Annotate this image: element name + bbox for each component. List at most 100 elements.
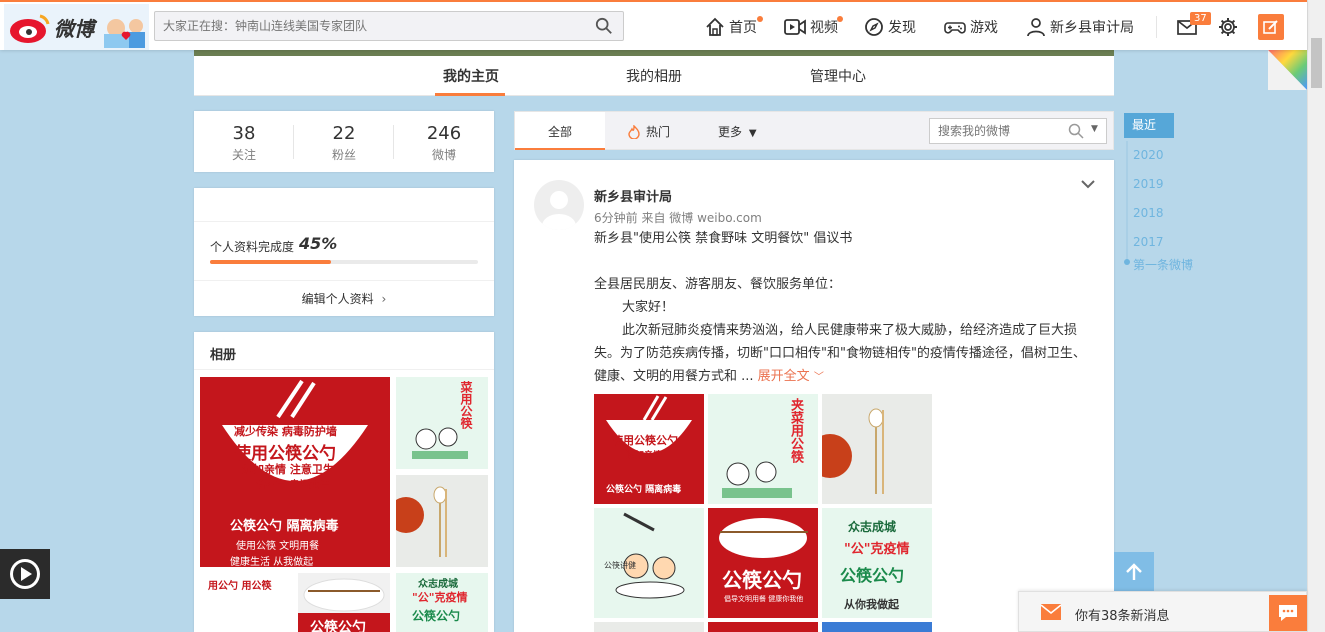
weibo-count: 246	[426, 123, 462, 144]
scrollbar-thumb[interactable]	[1311, 38, 1322, 88]
nav-divider	[1156, 16, 1157, 38]
nav-games[interactable]: 游戏	[944, 16, 998, 38]
tab-all[interactable]: 全部	[548, 123, 572, 140]
search-icon[interactable]	[595, 17, 613, 35]
poster-line: "公"克疫情	[412, 591, 468, 604]
album-photo[interactable]: 菜用公筷	[396, 377, 488, 469]
nav-video[interactable]: 视频	[784, 16, 838, 38]
caret-down-icon[interactable]: ▼	[1091, 124, 1098, 134]
tab-my-home[interactable]: 我的主页	[443, 66, 499, 86]
poster-line: 众志成城	[848, 520, 897, 534]
stat-weibo[interactable]: 246 微博	[394, 123, 494, 163]
skin-corner[interactable]	[1268, 50, 1307, 90]
post-author[interactable]: 新乡县审计局	[594, 186, 672, 205]
color-palette-icon	[1268, 50, 1307, 90]
my-weibo-search-input[interactable]	[938, 123, 1058, 139]
post-image[interactable]	[708, 622, 818, 632]
play-icon	[10, 559, 40, 589]
chevron-down-icon[interactable]	[1080, 178, 1096, 190]
global-search[interactable]	[154, 11, 624, 41]
stat-following[interactable]: 38 关注	[194, 123, 294, 163]
timeline-year[interactable]: 2020	[1133, 148, 1164, 162]
family-dining-icon	[722, 461, 792, 498]
poster-line: 添加亲情 注意卫生	[242, 463, 334, 476]
global-search-input[interactable]	[163, 17, 583, 35]
tab-hot-label: 热门	[646, 125, 671, 139]
album-photo[interactable]: 众志成城 "公"克疫情 公筷公勺	[396, 573, 488, 632]
default-avatar-icon	[542, 191, 576, 230]
logo-text: 微博	[54, 17, 94, 41]
tab-hot[interactable]: 热门	[628, 123, 670, 140]
chat-button[interactable]	[1269, 595, 1307, 631]
nav-home[interactable]: 首页	[705, 16, 757, 38]
gear-icon	[1219, 18, 1237, 36]
album-photo[interactable]: 公筷公勺	[298, 573, 390, 632]
nav-discover[interactable]: 发现	[864, 16, 916, 38]
divider	[194, 280, 494, 281]
chat-bubble-icon	[1279, 605, 1297, 621]
timeline-recent[interactable]: 最近	[1124, 113, 1174, 138]
album-photo[interactable]: 减少传染 病毒防护墙 使用公筷公勺 添加亲情 注意卫生 食不言 幸福乘倍 公筷公…	[200, 377, 390, 567]
timeline-year[interactable]: 2018	[1133, 206, 1164, 220]
timeline-first-weibo[interactable]: 第一条微博	[1133, 256, 1193, 273]
poster-line: 公筷讲健	[604, 561, 636, 570]
fans-label: 粉丝	[331, 148, 356, 162]
post-body: 此次新冠肺炎疫情来势汹汹，给人民健康带来了极大威胁，给经济造成了巨大损失。为了防…	[594, 323, 1086, 384]
timeline-year[interactable]: 2019	[1133, 177, 1164, 191]
compose-button[interactable]	[1258, 14, 1284, 40]
album-card: 相册 减少传染 病毒防护墙 使用公筷公勺 添加亲情 注意卫生 食不言 幸福乘倍 …	[194, 332, 494, 632]
edit-profile-link[interactable]: 编辑个人资料 ›	[194, 290, 494, 307]
poster-line: "公"克疫情	[844, 542, 910, 557]
feed-filter-tabs: 全部 热门 更多 ▼ ▼	[514, 111, 1114, 150]
post-image[interactable]: 众志成城 "公"克疫情 公筷公勺 从你我做起	[822, 508, 932, 618]
timeline-year[interactable]: 2017	[1133, 235, 1164, 249]
weibo-logo[interactable]: 微博	[4, 4, 149, 50]
post-image[interactable]	[822, 394, 932, 504]
year-timeline: 最近 2020 2019 2018 2017 第一条微博	[1124, 113, 1204, 273]
tab-manage-center[interactable]: 管理中心	[810, 66, 866, 86]
tab-my-album[interactable]: 我的相册	[626, 66, 682, 86]
video-player-widget[interactable]	[0, 549, 50, 599]
poster-line: 添加亲情	[626, 451, 663, 461]
poster-line: 食不言 幸福乘倍	[256, 480, 330, 491]
search-icon[interactable]	[1068, 123, 1084, 139]
post-title: 新乡县"使用公筷 禁食野味 文明餐饮" 倡议书	[594, 231, 853, 246]
fans-count: 22	[332, 123, 356, 144]
edit-icon	[1263, 20, 1278, 34]
tab-more[interactable]: 更多 ▼	[718, 123, 757, 140]
post-image[interactable]	[594, 622, 704, 632]
divider	[194, 221, 494, 222]
avatar[interactable]	[534, 180, 584, 230]
post-image[interactable]: 使用公筷公勺 添加亲情 公筷公勺 隔离病毒	[594, 394, 704, 504]
post-meta: 6分钟前 来自 微博 weibo.com	[594, 211, 762, 225]
album-photo[interactable]	[396, 475, 488, 567]
post-image[interactable]: 公筷讲健	[594, 508, 704, 618]
back-to-top-button[interactable]	[1114, 552, 1154, 592]
poster-line: 公筷公勺	[840, 566, 905, 585]
nav-discover-label: 发现	[888, 20, 916, 36]
album-photo[interactable]: 用公勺 用公筷	[200, 573, 292, 632]
post-greeting: 全县居民朋友、游客朋友、餐饮服务单位：	[594, 277, 842, 292]
poster-line: 公筷公勺 隔离病毒	[230, 519, 339, 534]
spoon-chopsticks-icon	[396, 486, 447, 557]
divider	[194, 369, 494, 370]
post-image[interactable]: 夹菜用公筷	[708, 394, 818, 504]
profile-completion-card: 个人资料完成度 45% 编辑个人资料 ›	[194, 188, 494, 316]
chevron-down-icon: ▼	[748, 128, 757, 139]
post-image[interactable]: 公筷公勺 倡导文明用餐 健康你我他	[708, 508, 818, 618]
chevron-down-icon: ﹀	[813, 372, 824, 383]
nav-settings[interactable]	[1218, 16, 1242, 38]
new-message-bar[interactable]: 你有38条新消息	[1018, 591, 1307, 632]
poster-line: 健康生活 从我做起	[230, 557, 314, 567]
poster-line: 使用公筷公勺	[612, 434, 678, 447]
nav-home-label: 首页	[729, 20, 757, 36]
expand-full-text[interactable]: 展开全文 ﹀	[758, 369, 824, 384]
following-count: 38	[232, 123, 256, 144]
edit-profile-label: 编辑个人资料	[301, 292, 374, 306]
post-image[interactable]	[822, 622, 932, 632]
page-scrollbar[interactable]	[1307, 0, 1325, 632]
my-weibo-search[interactable]: ▼	[929, 118, 1107, 144]
stat-fans[interactable]: 22 粉丝	[294, 123, 394, 163]
nav-user[interactable]: 新乡县审计局	[1026, 16, 1134, 38]
nav-video-label: 视频	[810, 20, 838, 36]
